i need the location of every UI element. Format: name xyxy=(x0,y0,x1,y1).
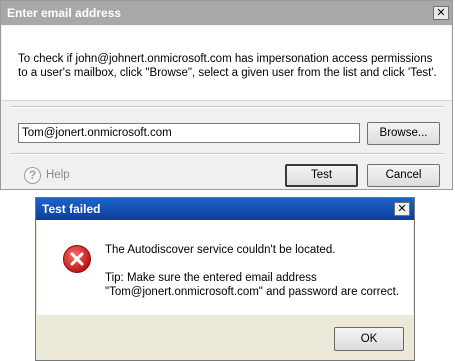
divider xyxy=(10,153,444,155)
close-button[interactable]: ✕ xyxy=(394,202,410,216)
error-icon xyxy=(63,245,91,273)
error-message: The Autodiscover service couldn't be loc… xyxy=(105,244,336,256)
error-tip: Tip: Make sure the entered email address… xyxy=(105,272,400,298)
error-dialog-title: Test failed xyxy=(36,198,414,220)
dialog-title: Enter email address xyxy=(1,1,452,25)
close-button[interactable]: ✕ xyxy=(433,6,449,20)
browse-button[interactable]: Browse... xyxy=(367,122,440,145)
help-icon[interactable]: ? xyxy=(24,167,41,184)
test-failed-dialog: Test failed ✕ The Autodiscover service c… xyxy=(35,197,415,361)
enter-email-dialog: Enter email address ✕ To check if john@j… xyxy=(0,0,453,190)
divider xyxy=(10,106,444,108)
description-text: To check if john@johnert.onmicrosoft.com… xyxy=(18,53,437,79)
email-input[interactable] xyxy=(18,123,360,143)
test-button[interactable]: Test xyxy=(285,164,358,187)
message-panel xyxy=(37,220,413,315)
help-link[interactable]: Help xyxy=(46,169,70,181)
cancel-button[interactable]: Cancel xyxy=(367,164,440,187)
ok-button[interactable]: OK xyxy=(334,327,404,351)
